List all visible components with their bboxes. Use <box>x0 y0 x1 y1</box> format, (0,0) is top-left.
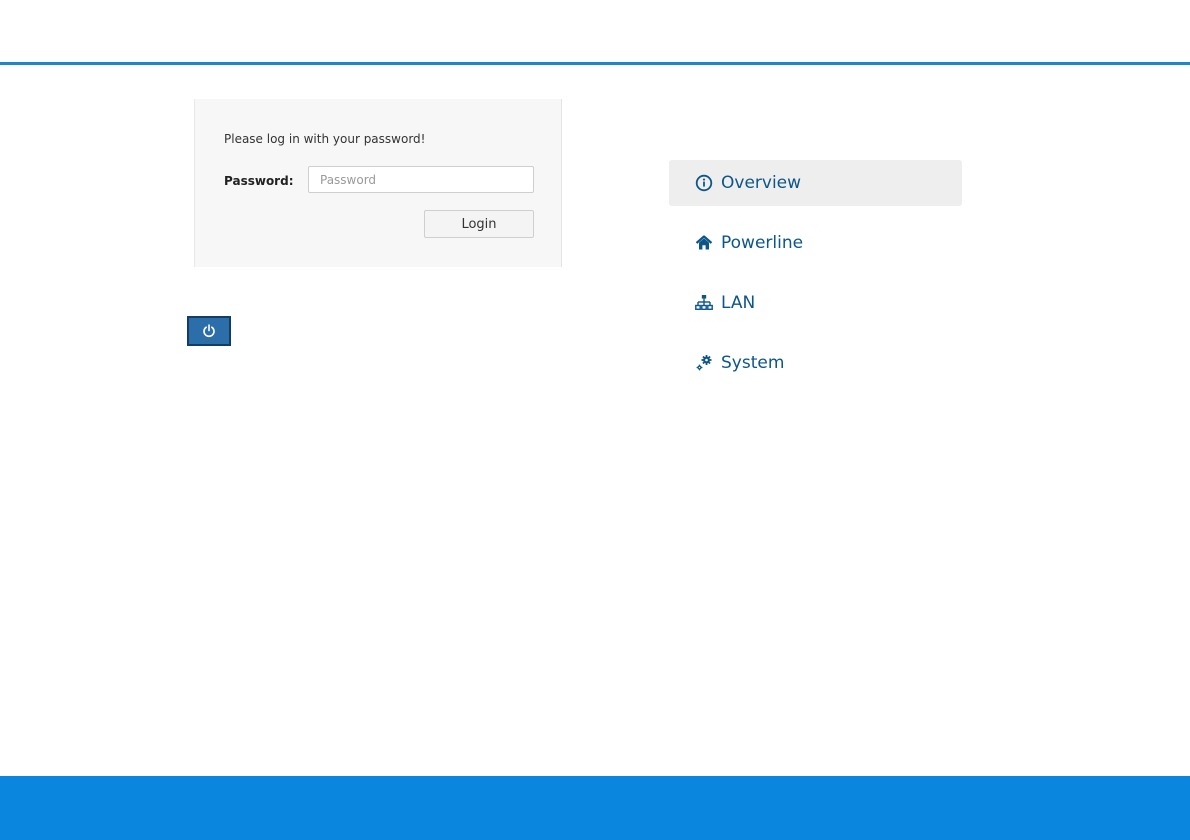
info-circle-icon <box>695 173 715 193</box>
password-label: Password: <box>224 174 294 188</box>
nav-item-overview[interactable]: Overview <box>669 160 962 206</box>
header-divider <box>0 62 1190 65</box>
nav-item-label: LAN <box>721 293 756 313</box>
sidebar-nav: Overview Powerline LAN System <box>669 160 962 400</box>
nav-item-powerline[interactable]: Powerline <box>669 220 962 266</box>
nav-item-label: System <box>721 353 785 373</box>
power-button[interactable] <box>187 316 231 346</box>
password-input[interactable] <box>308 166 534 193</box>
nav-item-label: Powerline <box>721 233 804 253</box>
nav-item-system[interactable]: System <box>669 340 962 386</box>
power-icon <box>203 324 215 338</box>
page: Please log in with your password! Passwo… <box>0 0 1190 840</box>
home-icon <box>695 233 715 253</box>
login-prompt: Please log in with your password! <box>224 132 426 146</box>
nav-item-label: Overview <box>721 173 802 193</box>
gears-icon <box>695 353 715 373</box>
footer-bar <box>0 776 1190 840</box>
nav-item-lan[interactable]: LAN <box>669 280 962 326</box>
login-panel: Please log in with your password! Passwo… <box>194 99 562 267</box>
network-icon <box>695 293 715 313</box>
login-button[interactable]: Login <box>424 210 534 238</box>
